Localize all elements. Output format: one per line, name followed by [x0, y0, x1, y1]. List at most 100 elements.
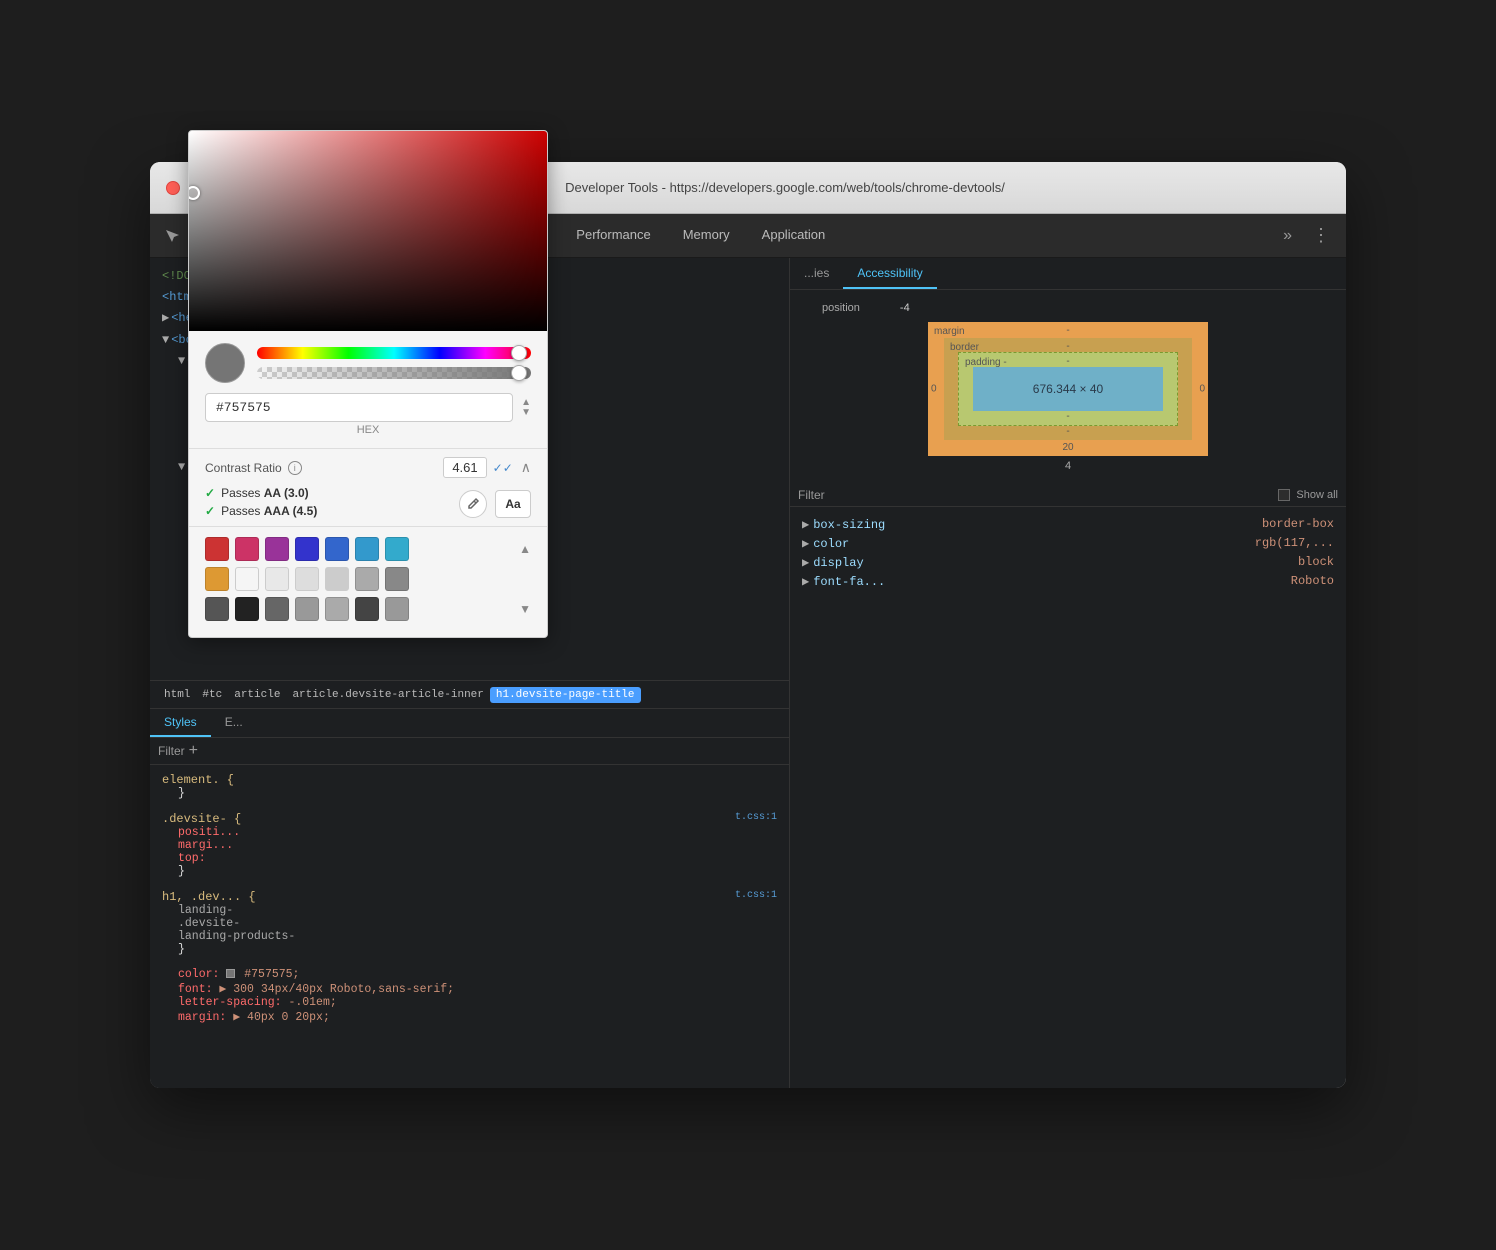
tab-memory[interactable]: Memory	[667, 214, 746, 257]
right-panel: ...ies Accessibility position -4 margin …	[790, 258, 1346, 1088]
more-tabs-button[interactable]: »	[1275, 227, 1300, 245]
margin-right: 0	[1199, 384, 1205, 395]
position-label: position	[822, 302, 860, 314]
css-line: landing-	[162, 904, 777, 917]
swatch[interactable]	[295, 567, 319, 591]
rt-tab-accessibility[interactable]: Accessibility	[843, 258, 936, 289]
css-line: }	[162, 943, 777, 956]
box-margin: margin - 0 0 border - padding - - 676.34…	[928, 322, 1208, 456]
color-gradient[interactable]	[189, 162, 547, 331]
inspect-icon[interactable]	[158, 222, 186, 250]
css-file-link2[interactable]: t.css:1	[735, 890, 777, 901]
format-arrows[interactable]: ▲ ▼	[521, 398, 531, 418]
css-line: margi...	[162, 839, 777, 852]
swatch[interactable]	[355, 597, 379, 621]
prop-value: rgb(117,...	[1255, 536, 1334, 551]
css-file-link[interactable]: t.css:1	[735, 812, 777, 823]
border-bottom: -	[1066, 426, 1069, 437]
swatch[interactable]	[355, 567, 379, 591]
eyedropper-button[interactable]	[459, 490, 487, 518]
swatches-scroll-up[interactable]: ▲	[519, 542, 531, 556]
contrast-title: Contrast Ratio i	[205, 461, 302, 475]
css-selector: h1, .dev... {	[162, 890, 777, 904]
css-property-margin: margin: ▶ 40px 0 20px;	[162, 1009, 777, 1024]
styles-content: element. { } t.css:1 .devsite- { positi.…	[150, 765, 789, 1044]
show-all-checkbox[interactable]	[1278, 489, 1290, 501]
css-property-color: color: #757575;	[162, 968, 777, 981]
css-property-font: font: ▶ 300 34px/40px Roboto,sans-serif;	[162, 981, 777, 996]
expand-icon[interactable]: ▶	[802, 575, 809, 589]
prop-name: box-sizing	[813, 518, 885, 532]
tab-styles[interactable]: Styles	[150, 709, 211, 737]
swatch[interactable]	[325, 567, 349, 591]
hex-input[interactable]	[205, 393, 513, 422]
swatch[interactable]	[265, 597, 289, 621]
color-picker: ▲ ▼ HEX Contrast Ratio i 4.61 ✓✓ ∧	[188, 162, 548, 638]
breadcrumb-article[interactable]: article	[228, 687, 286, 703]
swatch[interactable]	[265, 537, 289, 561]
swatch[interactable]	[235, 567, 259, 591]
css-line: }	[162, 865, 777, 878]
breadcrumb-h1[interactable]: h1.devsite-page-title	[490, 687, 641, 703]
tab-computed[interactable]: E...	[211, 709, 257, 737]
close-button[interactable]	[166, 181, 180, 195]
css-line: positi...	[162, 826, 777, 839]
breadcrumb: html #tc article article.devsite-article…	[150, 680, 789, 708]
expand-icon[interactable]: ▶	[802, 537, 809, 551]
styles-panel: Styles E... Filter + element. { } t.css:…	[150, 708, 789, 1088]
passes-list: ✓ Passes AA (3.0) ✓ Passes AAA (4.5)	[205, 486, 317, 518]
tab-application[interactable]: Application	[746, 214, 842, 257]
add-style-rule-button[interactable]: +	[189, 742, 198, 760]
computed-filter-label: Filter	[798, 488, 825, 502]
menu-button[interactable]: ⋮	[1304, 225, 1338, 246]
swatch[interactable]	[205, 567, 229, 591]
check-icon: ✓	[205, 504, 215, 518]
contrast-expand-button[interactable]: ∧	[521, 459, 531, 476]
swatch[interactable]	[295, 537, 319, 561]
tab-performance[interactable]: Performance	[560, 214, 666, 257]
css-block-devsite: t.css:1 .devsite- { positi... margi... t…	[162, 812, 777, 878]
rt-tab-ies[interactable]: ...ies	[790, 258, 843, 289]
info-icon[interactable]: i	[288, 461, 302, 475]
swatch[interactable]	[205, 597, 229, 621]
margin-top: -	[1066, 325, 1069, 336]
swatch[interactable]	[385, 537, 409, 561]
breadcrumb-tc[interactable]: #tc	[196, 687, 228, 703]
border-top: -	[1066, 341, 1069, 352]
arrow-up-icon[interactable]: ▲	[521, 398, 531, 408]
computed-row: ▶font-fa... Roboto	[802, 572, 1334, 591]
margin-label: margin	[934, 326, 965, 337]
swatch[interactable]	[205, 537, 229, 561]
computed-row: ▶color rgb(117,...	[802, 534, 1334, 553]
color-swatch-preview[interactable]	[205, 343, 245, 383]
swatch[interactable]	[355, 537, 379, 561]
aa-preview-button[interactable]: Aa	[495, 490, 531, 518]
hue-slider[interactable]	[257, 347, 531, 359]
box-content: 676.344 × 40	[973, 367, 1163, 411]
breadcrumb-article-inner[interactable]: article.devsite-article-inner	[286, 687, 489, 703]
alpha-slider[interactable]	[257, 367, 531, 379]
swatch[interactable]	[385, 567, 409, 591]
swatch[interactable]	[265, 567, 289, 591]
alpha-thumb[interactable]	[511, 365, 527, 381]
devtools-window: Developer Tools - https://developers.goo…	[150, 162, 1346, 1088]
swatch[interactable]	[235, 597, 259, 621]
filter-label: Filter	[158, 744, 185, 758]
swatch[interactable]	[295, 597, 319, 621]
right-filter-row: Filter Show all	[790, 484, 1346, 507]
gradient-cursor[interactable]	[188, 186, 200, 200]
contrast-tools: Aa	[459, 490, 531, 518]
swatch[interactable]	[325, 537, 349, 561]
css-block-element: element. { }	[162, 773, 777, 800]
margin-left: 0	[931, 384, 937, 395]
swatch[interactable]	[385, 597, 409, 621]
hue-thumb[interactable]	[511, 345, 527, 361]
swatches-scroll-down[interactable]: ▼	[519, 602, 531, 616]
expand-icon[interactable]: ▶	[802, 556, 809, 570]
breadcrumb-html[interactable]: html	[158, 687, 196, 703]
arrow-down-icon[interactable]: ▼	[521, 408, 531, 418]
swatch[interactable]	[325, 597, 349, 621]
expand-icon[interactable]: ▶	[802, 518, 809, 532]
swatch[interactable]	[235, 537, 259, 561]
prop-name: display	[813, 556, 863, 570]
